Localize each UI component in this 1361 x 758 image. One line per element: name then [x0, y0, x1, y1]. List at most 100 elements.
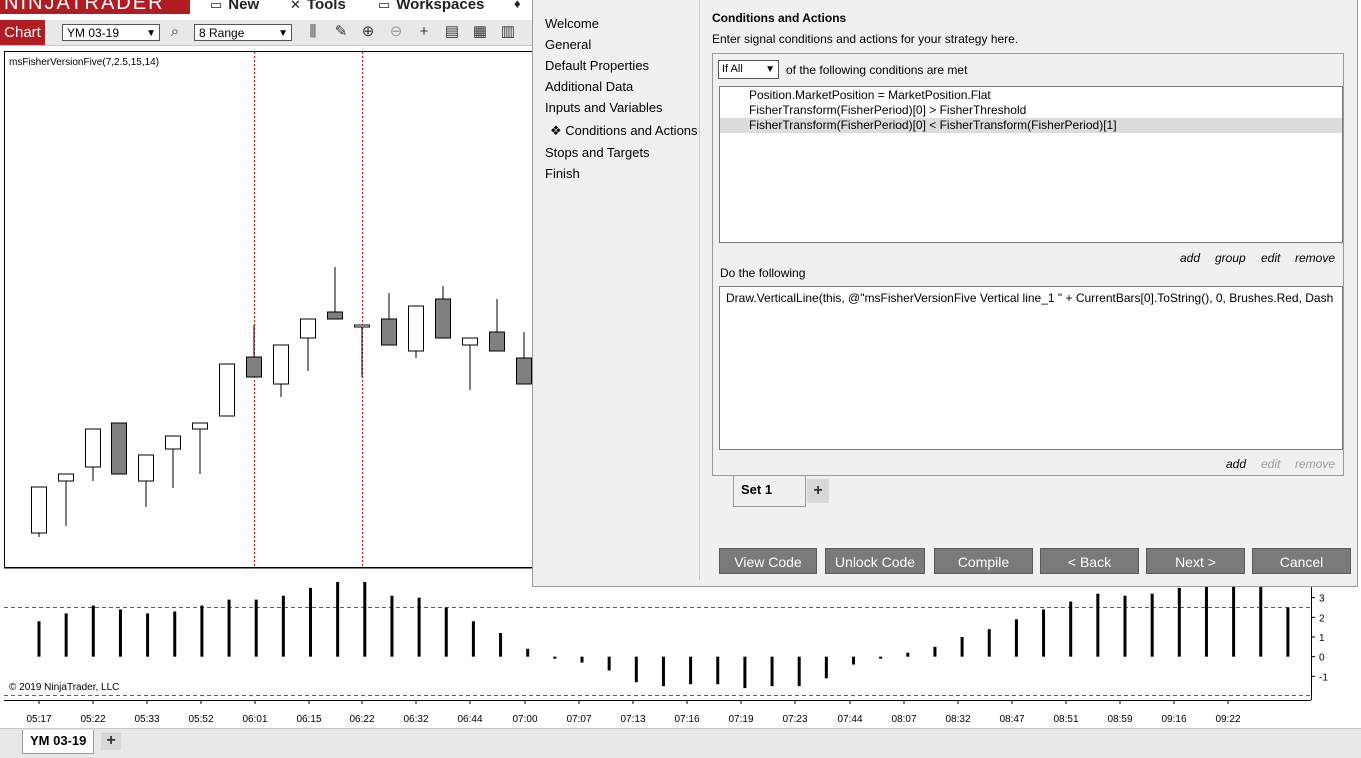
add-tab-button[interactable]: + — [101, 732, 121, 750]
candle-body — [462, 337, 478, 346]
candle-body — [219, 363, 235, 417]
x-tick-label: 08:51 — [1053, 714, 1078, 725]
histogram-bar — [661, 656, 665, 687]
y-tick-label: 3 — [1319, 594, 1325, 605]
match-mode-label: of the following conditions are met — [786, 63, 968, 77]
section-title: Conditions and Actions — [712, 11, 847, 25]
histogram-bar — [1014, 619, 1018, 657]
histogram-bar — [1123, 595, 1127, 657]
action-remove-link[interactable]: remove — [1295, 457, 1335, 471]
histogram-bar — [689, 656, 693, 685]
histogram-bar — [879, 656, 883, 659]
nav-conditions-and-actions[interactable]: ❖ Conditions and Actions — [550, 123, 698, 139]
chevron-down-icon: ▼ — [765, 64, 775, 75]
compile-button[interactable]: Compile — [934, 548, 1033, 574]
histogram-bar — [254, 599, 258, 657]
histogram-bar — [906, 652, 910, 657]
candle-body — [85, 428, 101, 468]
condition-group-link[interactable]: group — [1215, 251, 1246, 265]
histogram-bar — [146, 613, 150, 657]
tab-ym-03-19[interactable]: YM 03-19 — [22, 730, 94, 754]
histogram-bar — [716, 656, 720, 685]
nav-default-properties[interactable]: Default Properties — [545, 58, 649, 73]
x-tick-label: 07:00 — [512, 714, 537, 725]
condition-row[interactable]: FisherTransform(FisherPeriod)[0] > Fishe… — [720, 103, 1342, 118]
histogram-bar — [1232, 579, 1236, 657]
condition-remove-link[interactable]: remove — [1295, 251, 1335, 265]
histogram-bar — [1259, 579, 1263, 657]
x-tick-label: 07:07 — [566, 714, 591, 725]
back-button[interactable]: < Back — [1040, 548, 1139, 574]
conditions-list[interactable]: Position.MarketPosition = MarketPosition… — [719, 86, 1343, 243]
nav-welcome[interactable]: Welcome — [545, 16, 599, 31]
histogram-bar — [1286, 607, 1290, 657]
actions-list[interactable]: Draw.VerticalLine(this, @"msFisherVersio… — [719, 286, 1343, 450]
nav-stops-and-targets[interactable]: Stops and Targets — [545, 145, 650, 160]
candle-body — [246, 356, 262, 378]
histogram-bar — [743, 656, 747, 689]
tab-set-1[interactable]: Set 1 — [733, 476, 806, 507]
histogram-bar — [607, 656, 611, 671]
fisher-histogram — [37, 579, 1290, 689]
strategy-builder-dialog: Welcome General Default Properties Addit… — [532, 0, 1358, 587]
histogram-bar — [526, 648, 530, 657]
add-set-button[interactable]: + — [807, 479, 829, 503]
condition-row[interactable]: Position.MarketPosition = MarketPosition… — [720, 88, 1342, 103]
condition-add-link[interactable]: add — [1180, 251, 1200, 265]
nav-finish[interactable]: Finish — [545, 166, 580, 181]
action-edit-link[interactable]: edit — [1261, 457, 1280, 471]
y-axis-ticks: 3 2 1 0 -1 — [1311, 594, 1328, 683]
x-tick-label: 07:44 — [837, 714, 862, 725]
nav-general[interactable]: General — [545, 37, 591, 52]
x-tick-label: 06:22 — [349, 714, 374, 725]
histogram-bar — [200, 605, 204, 657]
candle-body — [327, 311, 343, 320]
histogram-bar — [634, 656, 638, 683]
x-tick-label: 08:07 — [891, 714, 916, 725]
candle-body — [273, 344, 289, 385]
x-tick-label: 07:16 — [674, 714, 699, 725]
candle-body — [58, 473, 74, 482]
histogram-bar — [227, 599, 231, 657]
histogram-bar — [417, 597, 421, 657]
x-tick-label: 05:22 — [80, 714, 105, 725]
x-tick-label: 08:59 — [1107, 714, 1132, 725]
candle-body — [516, 357, 532, 385]
x-tick-label: 06:15 — [296, 714, 321, 725]
y-tick-label: 0 — [1319, 653, 1325, 664]
candle-body — [111, 422, 127, 475]
candle-body — [435, 298, 451, 339]
view-code-button[interactable]: View Code — [719, 548, 817, 574]
active-marker-icon: ❖ — [550, 123, 562, 138]
histogram-bar — [173, 611, 177, 657]
candle-body — [192, 422, 208, 430]
histogram-bar — [987, 629, 991, 657]
histogram-bar — [281, 595, 285, 657]
x-tick-label: 05:52 — [188, 714, 213, 725]
histogram-bar — [1096, 593, 1100, 657]
histogram-bar — [553, 656, 557, 659]
nav-additional-data[interactable]: Additional Data — [545, 79, 633, 94]
chart-tab-strip — [0, 728, 1361, 758]
match-mode-select[interactable]: If All ▼ — [718, 60, 779, 79]
candle-body — [381, 318, 397, 346]
action-add-link[interactable]: add — [1226, 457, 1246, 471]
condition-edit-link[interactable]: edit — [1261, 251, 1280, 265]
cancel-button[interactable]: Cancel — [1252, 548, 1351, 574]
unlock-code-button[interactable]: Unlock Code — [825, 548, 925, 574]
x-tick-label: 09:22 — [1215, 714, 1240, 725]
condition-row-selected[interactable]: FisherTransform(FisherPeriod)[0] < Fishe… — [720, 118, 1342, 133]
candle-body — [489, 331, 505, 352]
x-tick-label: 05:17 — [26, 714, 51, 725]
action-row[interactable]: Draw.VerticalLine(this, @"msFisherVersio… — [726, 291, 1333, 305]
x-axis-ticks: 05:17 05:22 05:33 05:52 06:01 06:15 06:22 06:32… — [26, 700, 1241, 725]
next-button[interactable]: Next > — [1146, 548, 1245, 574]
x-tick-label: 07:19 — [728, 714, 753, 725]
x-tick-label: 05:33 — [134, 714, 159, 725]
histogram-bar — [37, 621, 41, 657]
wizard-nav: Welcome General Default Properties Addit… — [533, 0, 700, 580]
histogram-bar — [444, 607, 448, 657]
histogram-bar — [64, 613, 68, 657]
nav-inputs-and-variables[interactable]: Inputs and Variables — [545, 100, 663, 115]
histogram-bar — [960, 637, 964, 657]
